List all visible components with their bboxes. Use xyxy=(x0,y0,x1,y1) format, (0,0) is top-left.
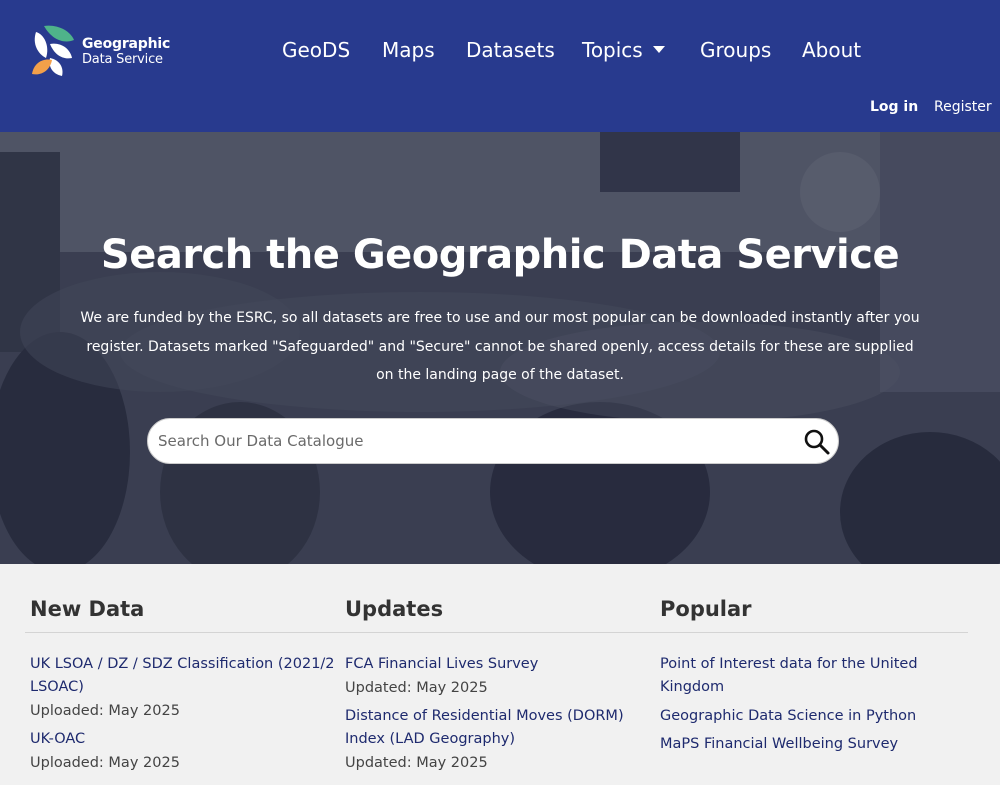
nav-about[interactable]: About xyxy=(802,38,861,62)
list-item: UK LSOA / DZ / SDZ Classification (2021/… xyxy=(30,653,335,723)
upload-date: Uploaded: May 2025 xyxy=(30,703,180,719)
popular-heading: Popular xyxy=(660,597,752,621)
list-item: UK-OAC Uploaded: May 2025 xyxy=(30,728,335,775)
content-section: New Data UK LSOA / DZ / SDZ Classificati… xyxy=(0,564,1000,785)
dataset-link[interactable]: UK-OAC xyxy=(30,728,335,751)
dataset-link[interactable]: Point of Interest data for the United Ki… xyxy=(660,653,940,699)
dataset-link[interactable]: Geographic Data Science in Python xyxy=(660,705,950,728)
updates-heading: Updates xyxy=(345,597,444,621)
dataset-link[interactable]: FCA Financial Lives Survey xyxy=(345,653,635,676)
nav-groups[interactable]: Groups xyxy=(700,38,771,62)
list-item: Point of Interest data for the United Ki… xyxy=(660,653,940,699)
new-data-heading: New Data xyxy=(30,597,145,621)
nav-geods[interactable]: GeoDS xyxy=(282,38,350,62)
nav-maps[interactable]: Maps xyxy=(382,38,435,62)
nav-datasets[interactable]: Datasets xyxy=(466,38,555,62)
chevron-down-icon xyxy=(652,46,665,53)
logo-line-1: Geographic xyxy=(82,36,171,52)
site-header: Geographic Data Service GeoDS Maps Datas… xyxy=(0,0,1000,132)
nav-topics-dropdown[interactable]: Topics xyxy=(582,38,665,62)
update-date: Updated: May 2025 xyxy=(345,680,488,696)
search-input[interactable] xyxy=(158,427,798,455)
hero-title: Search the Geographic Data Service xyxy=(100,232,900,278)
upload-date: Uploaded: May 2025 xyxy=(30,755,180,771)
login-link[interactable]: Log in xyxy=(870,99,918,115)
dataset-link[interactable]: UK LSOA / DZ / SDZ Classification (2021/… xyxy=(30,653,335,699)
list-item: Distance of Residential Moves (DORM) Ind… xyxy=(345,705,635,775)
register-link[interactable]: Register xyxy=(934,99,992,115)
nav-topics-label: Topics xyxy=(582,38,643,62)
dataset-link[interactable]: MaPS Financial Wellbeing Survey xyxy=(660,733,950,756)
site-logo[interactable]: Geographic Data Service xyxy=(30,24,180,80)
update-date: Updated: May 2025 xyxy=(345,755,488,771)
logo-mark-icon xyxy=(32,25,74,76)
dataset-link[interactable]: Distance of Residential Moves (DORM) Ind… xyxy=(345,705,635,751)
logo-line-2: Data Service xyxy=(82,52,163,67)
list-item: FCA Financial Lives Survey Updated: May … xyxy=(345,653,635,700)
search-icon[interactable] xyxy=(802,427,832,457)
search-bar xyxy=(147,418,839,464)
list-item: MaPS Financial Wellbeing Survey xyxy=(660,733,950,756)
hero-description: We are funded by the ESRC, so all datase… xyxy=(80,310,920,383)
hero-section: Search the Geographic Data Service We ar… xyxy=(0,132,1000,564)
section-divider xyxy=(25,632,968,633)
list-item: Geographic Data Science in Python xyxy=(660,705,950,728)
